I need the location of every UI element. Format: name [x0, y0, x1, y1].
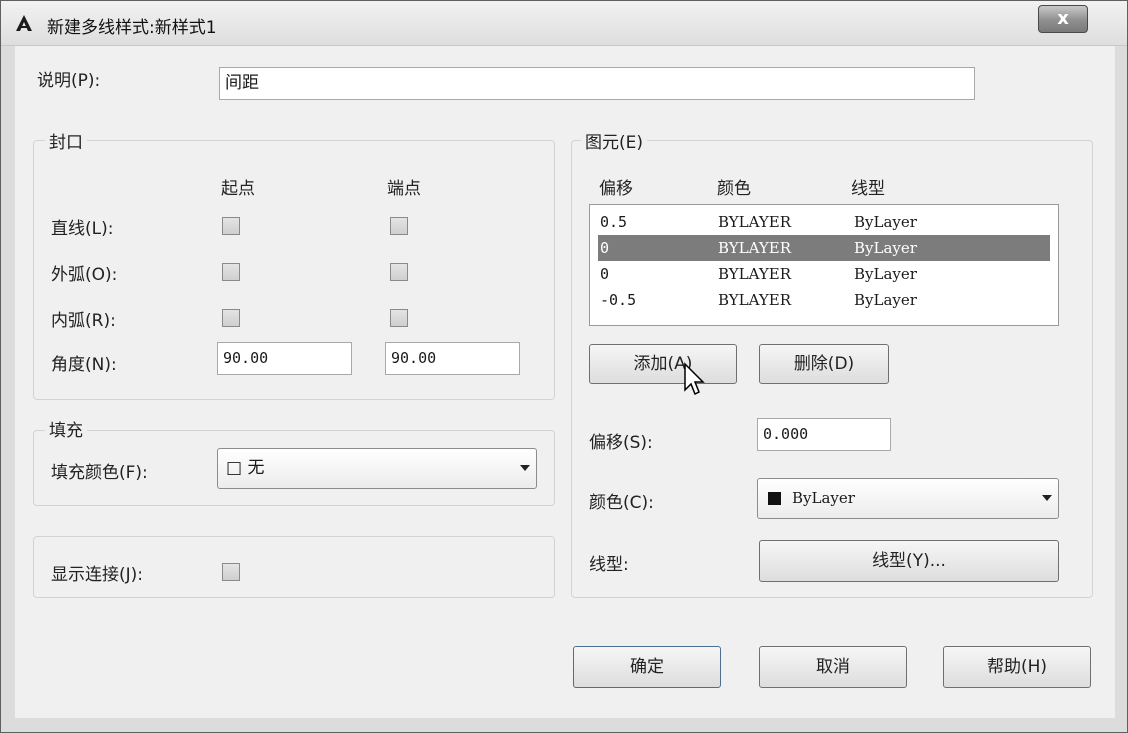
row-offset: 0 — [600, 239, 610, 257]
line-cap-end-checkbox[interactable] — [390, 217, 408, 235]
caps-title: 封口 — [45, 128, 87, 153]
mouse-cursor-icon — [684, 362, 705, 396]
window-title: 新建多线样式:新样式1 — [47, 18, 217, 38]
row-color: BYLAYER — [718, 265, 791, 283]
outer-arc-end-checkbox[interactable] — [390, 263, 408, 281]
line-cap-label: 直线(L): — [51, 219, 114, 239]
chevron-down-icon — [1042, 495, 1052, 501]
color-select[interactable]: ByLayer — [757, 478, 1059, 519]
color-swatch — [768, 492, 781, 505]
inner-arc-start-checkbox[interactable] — [222, 309, 240, 327]
table-row[interactable]: -0.5 BYLAYER ByLayer — [598, 287, 1050, 313]
color-value: ByLayer — [792, 489, 855, 507]
autocad-logo-icon — [16, 15, 32, 31]
elements-title: 图元(E) — [581, 128, 648, 153]
angle-start-input[interactable]: 90.00 — [217, 342, 352, 375]
table-row[interactable]: 0.5 BYLAYER ByLayer — [598, 209, 1050, 235]
display-joints-label: 显示连接(J): — [51, 565, 144, 585]
display-joints-checkbox[interactable] — [222, 563, 240, 581]
outer-arc-label: 外弧(O): — [51, 265, 118, 285]
fill-color-label: 填充颜色(F): — [51, 463, 148, 483]
row-offset: 0 — [600, 265, 610, 283]
inner-arc-label: 内弧(R): — [51, 311, 116, 331]
fill-title: 填充 — [45, 416, 87, 441]
offset-input[interactable]: 0.000 — [757, 418, 891, 451]
close-button[interactable]: x — [1038, 5, 1088, 33]
chevron-down-icon — [520, 465, 530, 471]
linetype-button[interactable]: 线型(Y)... — [759, 540, 1059, 582]
row-linetype: ByLayer — [854, 213, 917, 231]
title-bar[interactable]: 新建多线样式:新样式1 x — [1, 1, 1127, 46]
description-label: 说明(P): — [37, 71, 101, 91]
elements-offset-header: 偏移 — [599, 179, 633, 199]
outer-arc-start-checkbox[interactable] — [222, 263, 240, 281]
row-linetype: ByLayer — [854, 239, 917, 257]
row-offset: 0.5 — [600, 213, 628, 231]
color-label: 颜色(C): — [589, 493, 654, 513]
angle-label: 角度(N): — [51, 355, 117, 375]
offset-label: 偏移(S): — [589, 433, 653, 453]
elements-color-header: 颜色 — [717, 179, 751, 199]
elements-list[interactable]: 0.5 BYLAYER ByLayer 0 BYLAYER ByLayer 0 … — [589, 204, 1059, 326]
row-color: BYLAYER — [718, 213, 791, 231]
row-color: BYLAYER — [718, 291, 791, 309]
table-row[interactable]: 0 BYLAYER ByLayer — [598, 261, 1050, 287]
row-linetype: ByLayer — [854, 291, 917, 309]
cancel-button[interactable]: 取消 — [759, 646, 907, 688]
dialog-body: 说明(P): 间距 封口 起点 端点 直线(L): 外弧(O): 内弧(R): … — [15, 46, 1115, 718]
description-input[interactable]: 间距 — [219, 67, 975, 100]
fill-color-value: □ 无 — [226, 458, 265, 478]
ok-button[interactable]: 确定 — [573, 646, 721, 688]
inner-arc-end-checkbox[interactable] — [390, 309, 408, 327]
angle-end-input[interactable]: 90.00 — [385, 342, 520, 375]
line-cap-start-checkbox[interactable] — [222, 217, 240, 235]
fill-color-select[interactable]: □ 无 — [217, 448, 537, 489]
table-row-selected[interactable]: 0 BYLAYER ByLayer — [598, 235, 1050, 261]
delete-button[interactable]: 删除(D) — [759, 344, 889, 384]
help-button[interactable]: 帮助(H) — [943, 646, 1091, 688]
add-button[interactable]: 添加(A) — [589, 344, 737, 384]
dialog-window: 新建多线样式:新样式1 x 说明(P): 间距 封口 起点 端点 直线(L): … — [0, 0, 1128, 733]
elements-linetype-header: 线型 — [851, 179, 885, 199]
row-color: BYLAYER — [718, 239, 791, 257]
caps-start-header: 起点 — [221, 179, 255, 199]
linetype-label: 线型: — [589, 555, 629, 575]
caps-end-header: 端点 — [387, 179, 421, 199]
row-offset: -0.5 — [600, 291, 637, 309]
row-linetype: ByLayer — [854, 265, 917, 283]
